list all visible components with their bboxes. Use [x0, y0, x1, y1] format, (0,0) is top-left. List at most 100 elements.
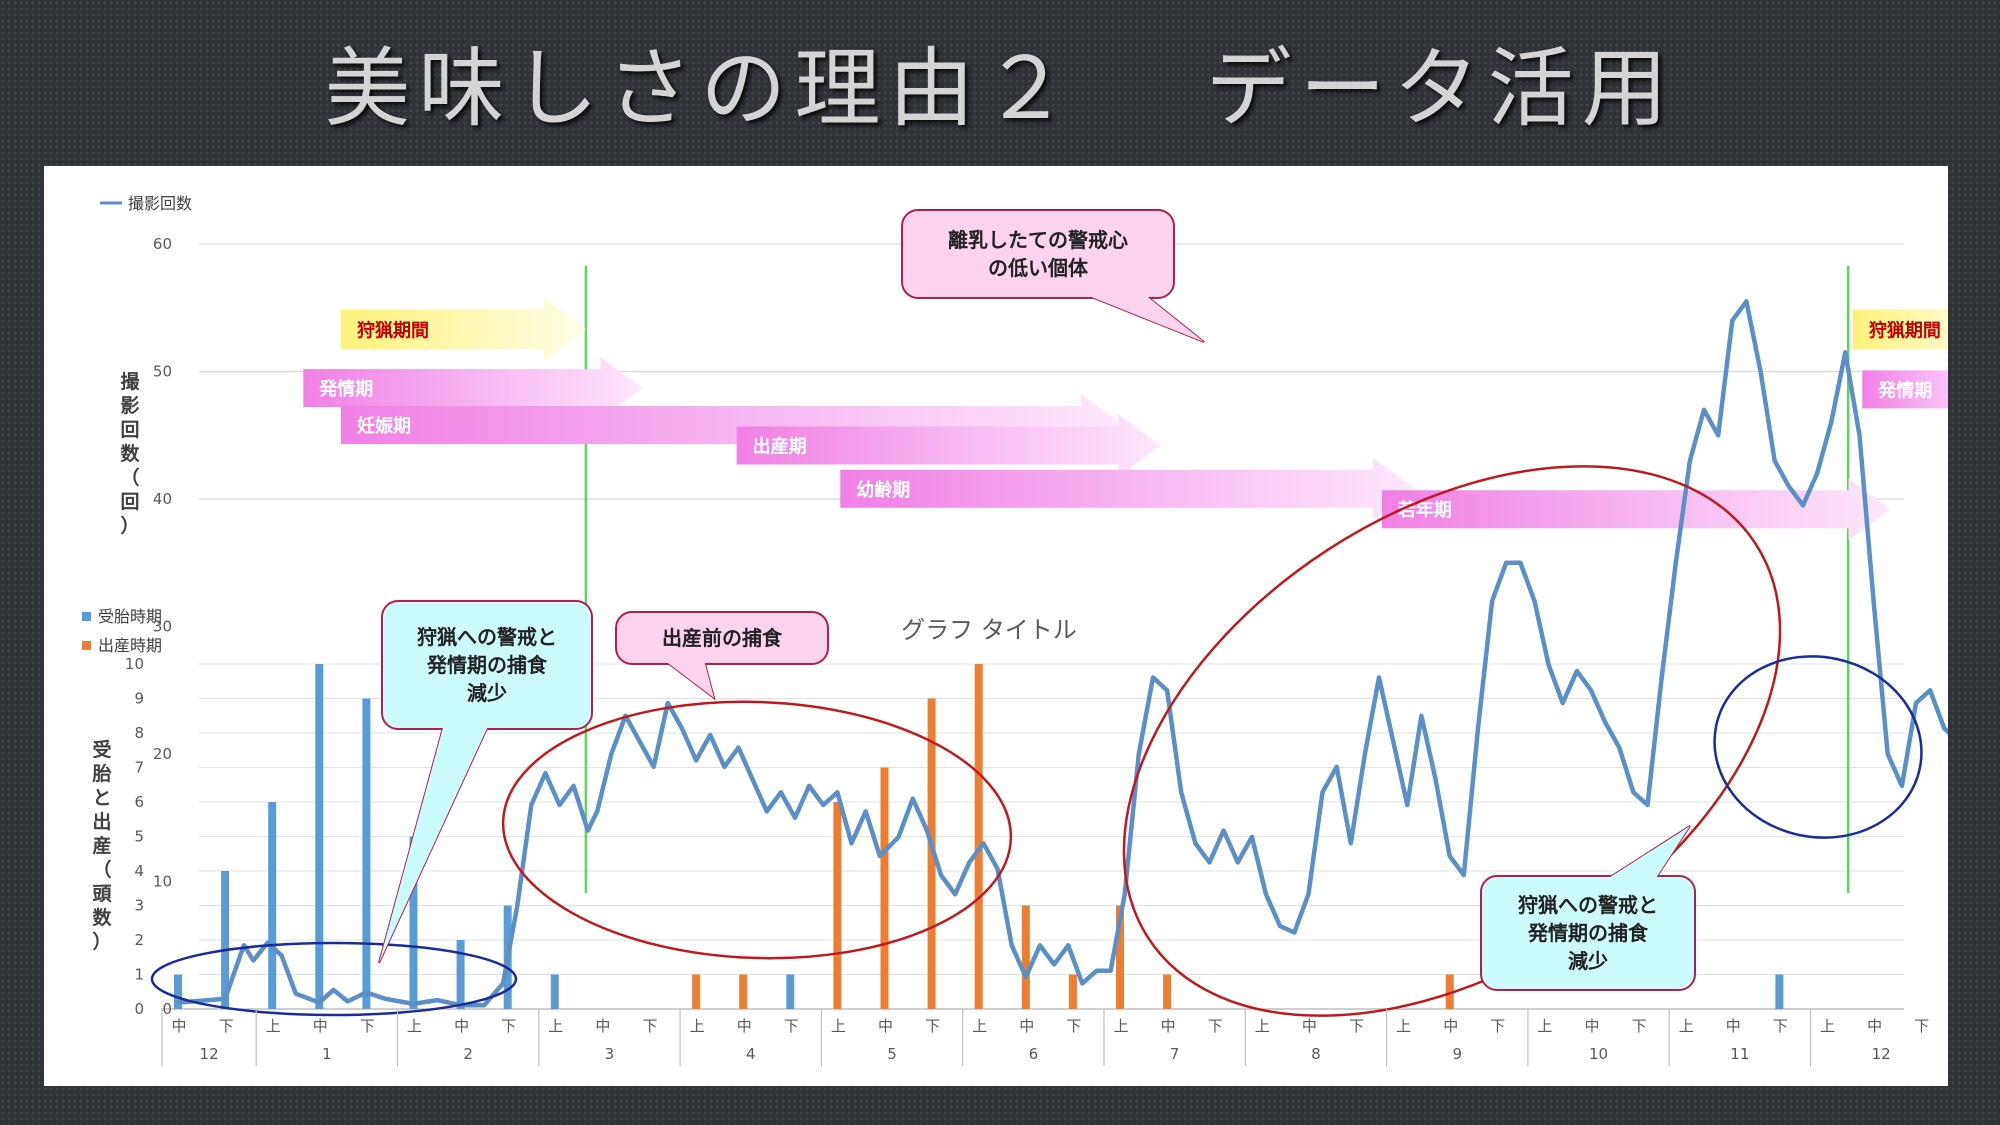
x-tick-period: 下: [784, 1017, 799, 1035]
y-axis-title-births-char: 胎: [92, 762, 111, 785]
y-axis-title-photos-char: （: [120, 466, 139, 489]
x-tick-period: 中: [1443, 1017, 1458, 1035]
hunting-period-label: 狩猟期間: [1869, 319, 1941, 341]
x-tick-period: 中: [1019, 1017, 1034, 1035]
y-tick-photos: 40: [153, 490, 172, 508]
phase-label: 出産期: [753, 435, 807, 457]
y-tick-births: 5: [134, 828, 144, 846]
legend-birth: 出産時期: [98, 636, 162, 655]
conception-bar: [456, 940, 465, 1009]
phase-label: 幼齢期: [856, 479, 910, 501]
y-tick-births: 9: [134, 690, 144, 708]
chart-panel: 狩猟期間 発情期 妊娠期 出産期 幼齢期 若年期 狩猟期間 発情期 離乳したての警戒心 の低い個…: [44, 166, 1948, 1086]
birth-bar: [974, 664, 983, 1009]
birth-bar: [692, 974, 701, 1009]
x-tick-period: 下: [1773, 1017, 1788, 1035]
x-tick-month: 8: [1311, 1045, 1321, 1063]
x-tick-period: 上: [1255, 1017, 1270, 1035]
x-tick-period: 上: [972, 1017, 987, 1035]
y-axis-title-photos-char: 数: [120, 442, 140, 465]
highlight-ellipse-blue-right: [1713, 655, 1923, 839]
legend-photo-count: 撮影回数: [128, 194, 192, 213]
callout-text: 離乳したての警戒心: [948, 228, 1128, 252]
callout-text: 減少: [467, 681, 507, 705]
callout-text: 狩猟への警戒と: [1518, 893, 1658, 917]
y-tick-photos: 60: [153, 235, 172, 253]
x-tick-period: 上: [266, 1017, 281, 1035]
x-tick-period: 中: [1302, 1017, 1317, 1035]
x-tick-month: 9: [1452, 1045, 1462, 1063]
y-tick-births: 10: [125, 655, 144, 673]
x-tick-month: 2: [463, 1045, 473, 1063]
y-axis-title-births-char: （: [92, 858, 111, 881]
y-tick-births: 0: [134, 1000, 144, 1018]
phase-label: 発情期: [1877, 379, 1932, 401]
conception-bar: [550, 974, 559, 1009]
birth-bar: [1021, 905, 1030, 1009]
legend-birth-swatch: [82, 641, 91, 650]
y-axis-title-photos-char: 影: [120, 395, 139, 417]
x-tick-period: 中: [1726, 1017, 1741, 1035]
y-axis-title-births-char: 産: [92, 834, 111, 857]
x-tick-period: 下: [642, 1017, 657, 1035]
y-tick-births: 4: [134, 862, 144, 880]
x-tick-month: 7: [1170, 1045, 1180, 1063]
chart-svg: 狩猟期間発情期妊娠期出産期幼齢期若年期 狩猟期間発情期 離乳したての警戒心の低い個…: [82, 194, 1948, 1066]
conception-bar: [268, 802, 277, 1009]
y-tick-photos: 50: [153, 363, 172, 381]
x-tick-period: 上: [690, 1017, 705, 1035]
x-tick-period: 上: [1113, 1017, 1128, 1035]
chart-title: グラフ タイトル: [901, 616, 1077, 644]
y-axis-title-photos-char: ）: [120, 514, 139, 537]
x-tick-period: 下: [925, 1017, 940, 1035]
y-tick-births: 1: [134, 966, 144, 984]
birth-bar: [1163, 974, 1172, 1009]
x-tick-period: 中: [1161, 1017, 1176, 1035]
x-tick-period: 下: [501, 1017, 516, 1035]
callout-text: 発情期の捕食: [1527, 921, 1649, 945]
y-axis-title-photos-char: 回: [120, 491, 139, 513]
y-tick-births: 3: [134, 897, 144, 915]
x-tick-period: 中: [171, 1017, 186, 1035]
x-tick-period: 中: [737, 1017, 752, 1035]
conception-bar: [1775, 974, 1784, 1009]
callout: 離乳したての警戒心の低い個体: [901, 209, 1205, 343]
y-axis-title-births-char: 出: [92, 810, 111, 833]
x-tick-period: 中: [313, 1017, 328, 1035]
x-tick-period: 下: [219, 1017, 234, 1035]
callout-text: 狩猟への警戒と: [417, 625, 557, 649]
x-tick-period: 上: [1820, 1017, 1835, 1035]
y-axis-title-photos-char: 回: [120, 419, 139, 441]
x-tick-period: 上: [1679, 1017, 1694, 1035]
x-tick-month: 11: [1730, 1045, 1749, 1063]
x-tick-month: 12: [200, 1045, 219, 1063]
conception-bar: [786, 974, 795, 1009]
x-tick-month: 1: [322, 1045, 332, 1063]
x-tick-period: 上: [831, 1017, 846, 1035]
birth-bar: [833, 802, 842, 1009]
phase-label: 若年期: [1397, 499, 1452, 521]
x-tick-period: 上: [1537, 1017, 1552, 1035]
x-tick-period: 下: [1914, 1017, 1929, 1035]
y-tick-births: 7: [134, 759, 144, 777]
y-axis-title-births-char: 数: [92, 906, 112, 929]
birth-bar: [739, 974, 748, 1009]
callout-box: [901, 209, 1175, 299]
birth-bar: [880, 767, 889, 1009]
x-tick-month: 5: [887, 1045, 897, 1063]
x-tick-period: 下: [1490, 1017, 1505, 1035]
conception-bar: [315, 664, 324, 1009]
x-tick-period: 上: [407, 1017, 422, 1035]
y-axis-title-births-char: 受: [92, 738, 111, 761]
y-tick-photos: 10: [153, 873, 172, 891]
x-tick-month: 6: [1029, 1045, 1039, 1063]
callout: 出産前の捕食: [615, 611, 829, 701]
x-tick-month: 4: [746, 1045, 756, 1063]
y-axis-title-births-char: と: [92, 787, 111, 809]
legend-conception: 受胎時期: [98, 607, 162, 626]
x-tick-period: 中: [1584, 1017, 1599, 1035]
phase-label: 発情期: [318, 378, 373, 400]
y-axis-title-births-char: 頭: [92, 883, 112, 905]
birth-bar: [1068, 974, 1077, 1009]
y-tick-births: 8: [134, 724, 144, 742]
